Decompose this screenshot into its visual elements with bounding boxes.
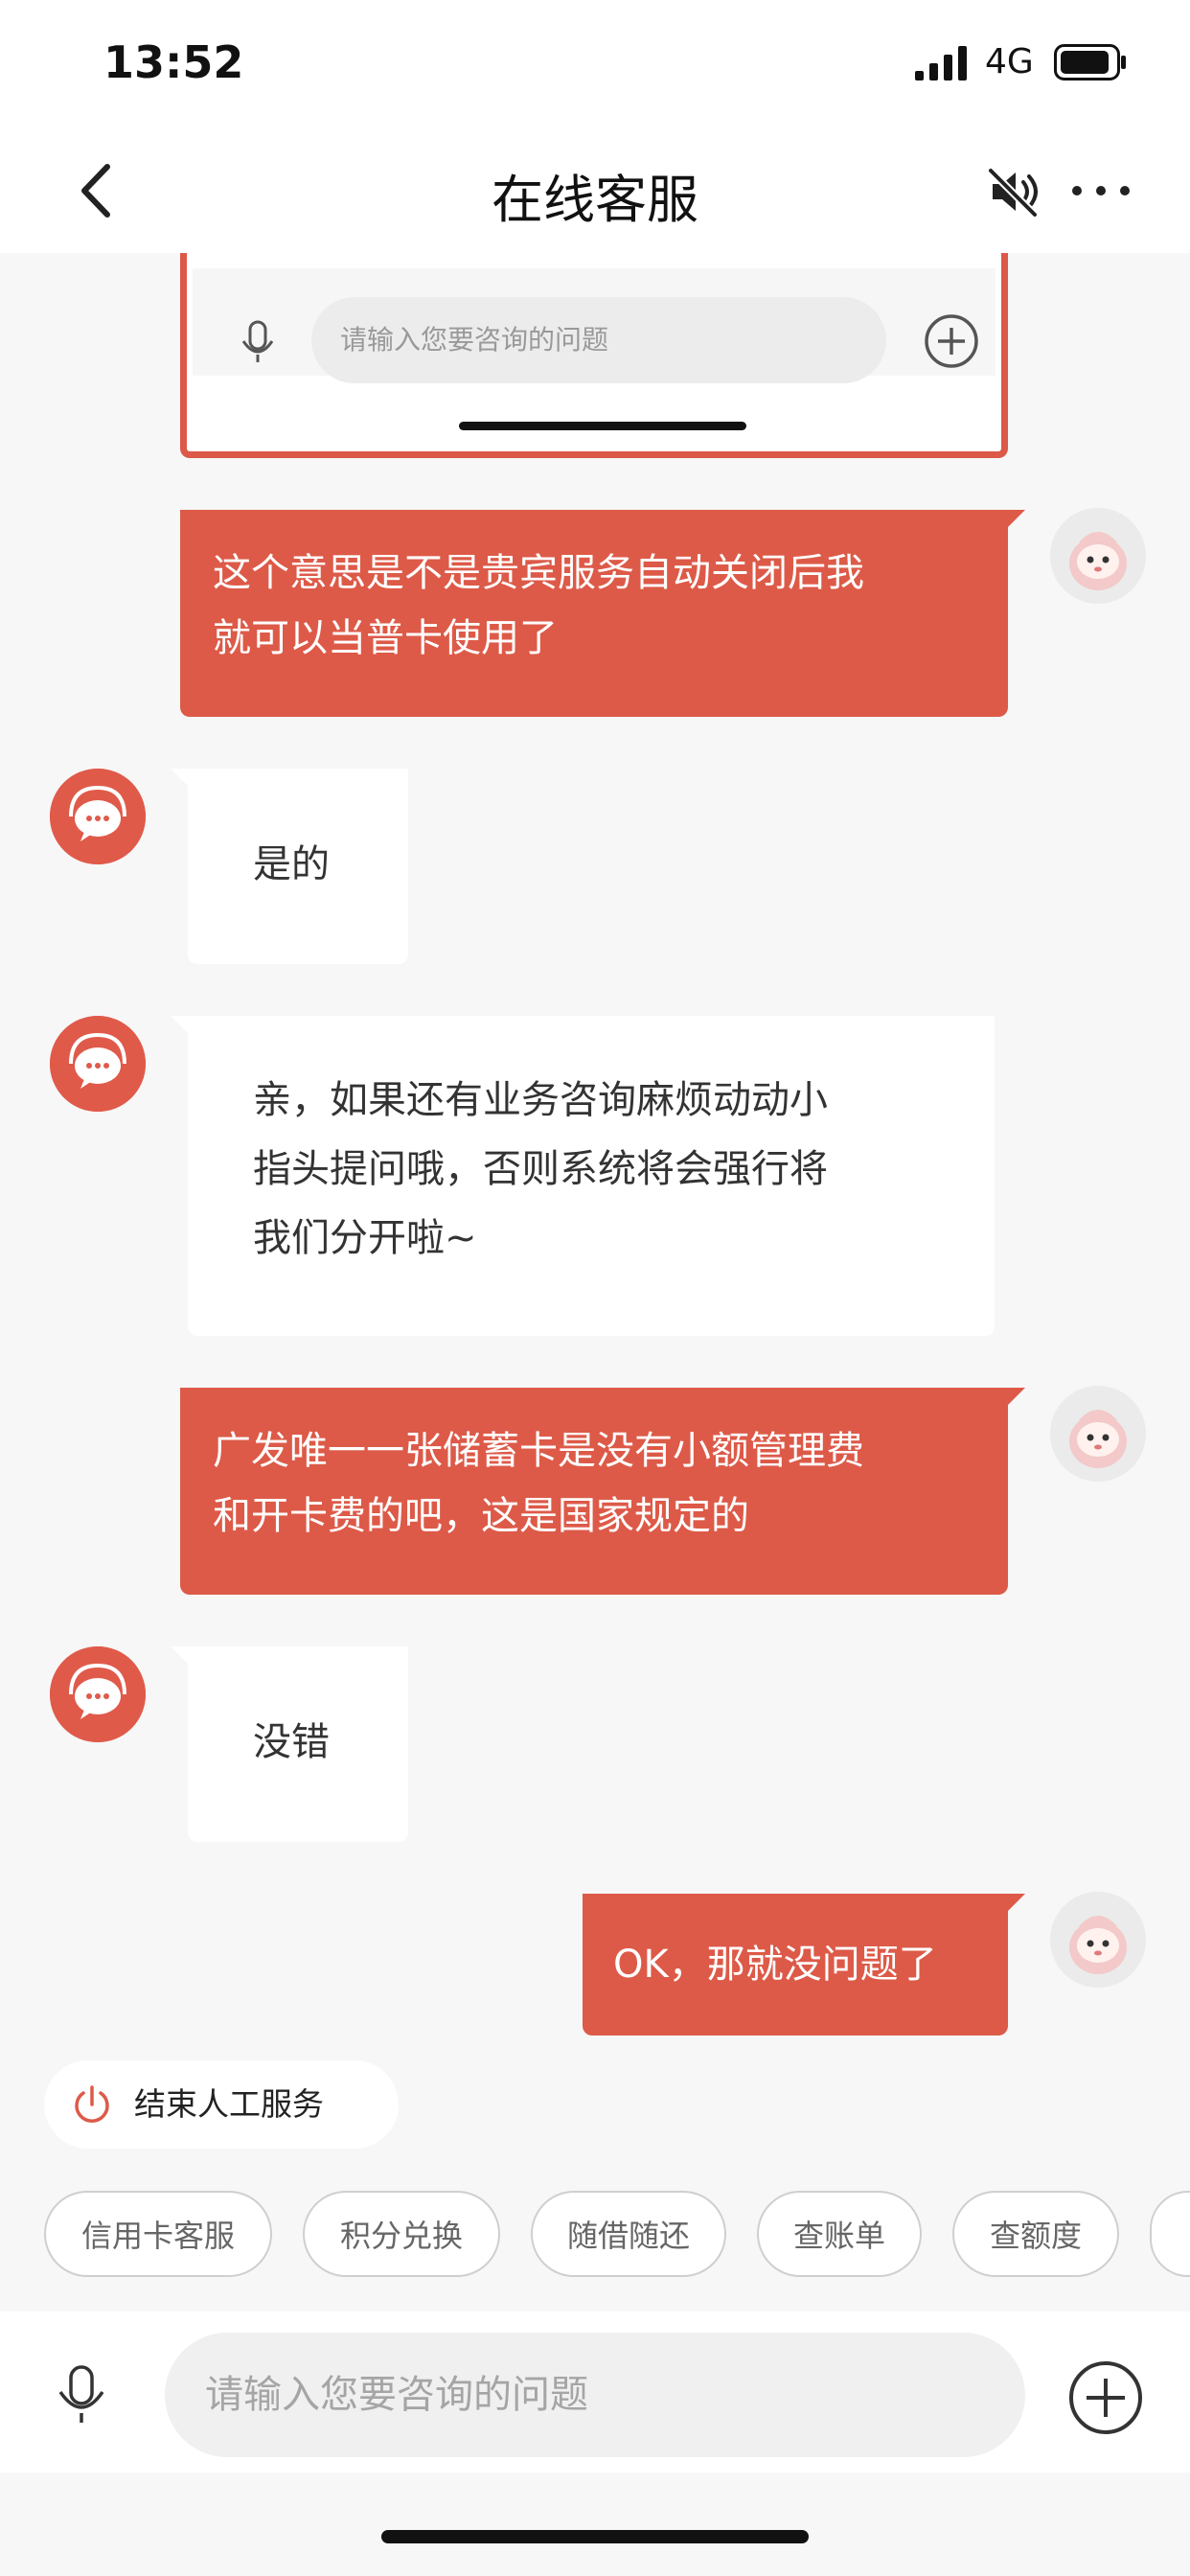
- quick-action-chip[interactable]: 查账单: [757, 2191, 922, 2277]
- status-bar: 13:52 4G: [0, 0, 1190, 128]
- home-indicator: [381, 2530, 809, 2543]
- message-line: 我们分开啦~: [253, 1216, 477, 1260]
- customer-service-icon: [50, 769, 146, 864]
- cartoon-avatar-icon: [1050, 1386, 1146, 1482]
- message-line: 亲，如果还有业务咨询麻烦动动小: [253, 1078, 828, 1122]
- end-service-label: 结束人工服务: [134, 2085, 324, 2123]
- user-avatar[interactable]: [1050, 508, 1146, 604]
- end-service-button[interactable]: 结束人工服务: [44, 2060, 399, 2149]
- agent-avatar[interactable]: [50, 769, 146, 864]
- sound-off-icon[interactable]: [987, 165, 1041, 218]
- status-time: 13:52: [103, 36, 244, 88]
- screenshot-input-placeholder: 请输入您要咨询的问题: [311, 297, 886, 383]
- quick-action-chip[interactable]: 查额度: [952, 2191, 1119, 2277]
- agent-avatar[interactable]: [50, 1016, 146, 1112]
- microphone-icon[interactable]: [54, 2359, 109, 2428]
- user-message[interactable]: 广发唯一一张储蓄卡是没有小额管理费 和开卡费的吧，这是国家规定的: [180, 1388, 1025, 1595]
- battery-icon: [1054, 44, 1126, 80]
- quick-action-chip[interactable]: 信用卡客服: [44, 2191, 272, 2277]
- cartoon-avatar-icon: [1050, 508, 1146, 604]
- user-avatar[interactable]: [1050, 1386, 1146, 1482]
- customer-service-icon: [50, 1016, 146, 1112]
- message-line: OK，那就没问题了: [613, 1943, 937, 1987]
- quick-action-chip-partial[interactable]: [1150, 2191, 1190, 2277]
- screenshot-mic-icon: [241, 320, 274, 362]
- message-line: 和开卡费的吧，这是国家规定的: [213, 1494, 749, 1538]
- message-line: 没错: [253, 1720, 330, 1764]
- screenshot-home-indicator: [459, 422, 746, 430]
- customer-service-icon: [50, 1646, 146, 1742]
- quick-action-chip[interactable]: 积分兑换: [303, 2191, 500, 2277]
- cartoon-avatar-icon: [1050, 1892, 1146, 1988]
- agent-message[interactable]: 没错: [171, 1646, 408, 1842]
- agent-avatar[interactable]: [50, 1646, 146, 1742]
- nav-bar: 在线客服: [0, 128, 1190, 253]
- more-icon[interactable]: [1069, 176, 1133, 205]
- screenshot-plus-icon: [925, 314, 978, 368]
- quick-actions: 信用卡客服 积分兑换 随借随还 查账单 查额度: [0, 2191, 1190, 2281]
- agent-message[interactable]: 是的: [171, 769, 408, 964]
- agent-message[interactable]: 亲，如果还有业务咨询麻烦动动小 指头提问哦，否则系统将会强行将 我们分开啦~: [171, 1016, 995, 1336]
- message-line: 广发唯一一张储蓄卡是没有小额管理费: [213, 1429, 864, 1473]
- chat-input-bar: 请输入您要咨询的问题: [0, 2312, 1190, 2472]
- user-avatar[interactable]: [1050, 1892, 1146, 1988]
- message-line: 是的: [253, 842, 330, 886]
- signal-icon: [915, 46, 967, 80]
- message-line: 就可以当普卡使用了: [213, 616, 558, 660]
- add-icon[interactable]: [1067, 2359, 1144, 2436]
- sent-screenshot-image[interactable]: 请输入您要咨询的问题: [180, 253, 1008, 458]
- power-icon: [75, 2085, 109, 2123]
- quick-action-chip[interactable]: 随借随还: [531, 2191, 726, 2277]
- screenshot-input-bar: 请输入您要咨询的问题: [193, 268, 995, 383]
- network-type: 4G: [985, 42, 1034, 81]
- user-message[interactable]: OK，那就没问题了: [583, 1894, 1025, 2036]
- message-input[interactable]: 请输入您要咨询的问题: [165, 2333, 1025, 2457]
- message-line: 指头提问哦，否则系统将会强行将: [253, 1147, 828, 1191]
- message-line: 这个意思是不是贵宾服务自动关闭后我: [213, 551, 864, 595]
- user-message[interactable]: 这个意思是不是贵宾服务自动关闭后我 就可以当普卡使用了: [180, 510, 1025, 717]
